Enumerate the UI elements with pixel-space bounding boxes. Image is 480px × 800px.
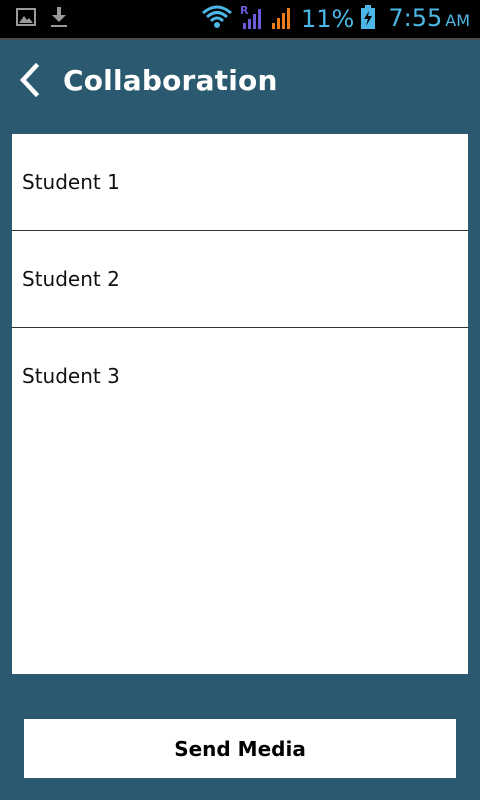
clock-ampm: AM	[445, 10, 470, 30]
chevron-left-icon	[19, 62, 40, 98]
download-icon	[50, 6, 68, 32]
svg-text:R: R	[240, 4, 249, 17]
list-item-student-3[interactable]: Student 3	[12, 328, 468, 424]
notification-icons	[16, 6, 68, 32]
system-icons: R 11% 7:55 AM	[201, 4, 470, 34]
battery-charging-icon	[360, 4, 376, 34]
back-button[interactable]	[14, 60, 50, 100]
clock: 7:55 AM	[388, 3, 470, 36]
clock-time: 7:55	[388, 3, 443, 32]
collaborator-list: Student 1 Student 2 Student 3	[12, 134, 468, 674]
list-item-label: Student 3	[22, 364, 120, 388]
wifi-icon	[201, 5, 233, 33]
roaming-signal-icon: R	[239, 3, 265, 35]
battery-percent: 11%	[301, 5, 355, 33]
send-media-label: Send Media	[174, 736, 306, 761]
list-item-student-1[interactable]: Student 1	[12, 134, 468, 231]
list-item-label: Student 2	[22, 267, 120, 291]
send-media-button[interactable]: Send Media	[24, 719, 456, 778]
list-item-student-2[interactable]: Student 2	[12, 231, 468, 328]
signal-icon	[271, 4, 295, 34]
page-title: Collaboration	[63, 64, 278, 97]
status-bar: R 11% 7:55 AM	[0, 0, 480, 38]
list-item-label: Student 1	[22, 170, 120, 194]
image-icon	[16, 8, 36, 30]
app-bar: Collaboration	[0, 40, 480, 122]
